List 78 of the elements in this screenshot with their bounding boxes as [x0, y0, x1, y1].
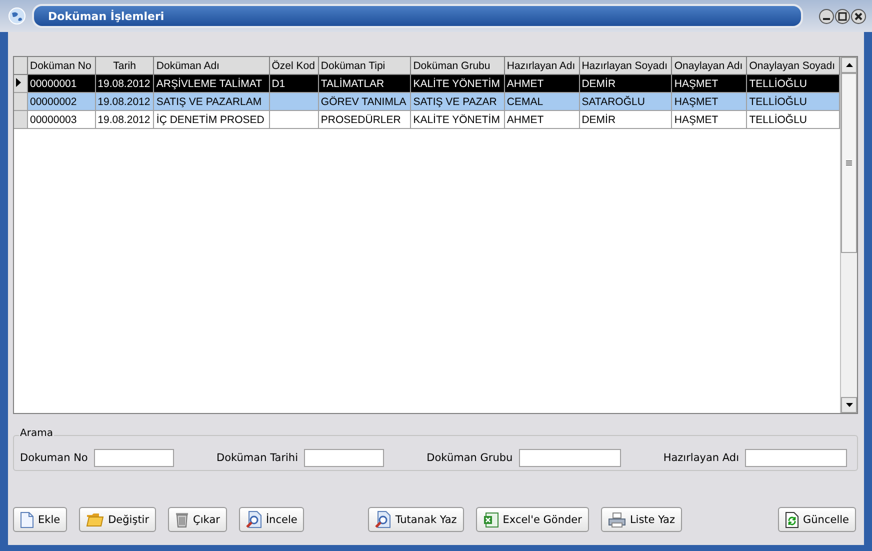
table-cell: DEMİR	[579, 110, 672, 128]
table-cell: HAŞMET	[672, 74, 747, 92]
column-header[interactable]: Onaylayan Soyadı	[746, 57, 840, 74]
table-cell: 00000002	[28, 92, 96, 110]
window-title: Doküman İşlemleri	[48, 10, 164, 22]
table-cell: PROSEDÜRLER	[318, 110, 411, 128]
table-cell: AHMET	[504, 74, 580, 92]
button[interactable]: Tutanak Yaz	[368, 507, 464, 532]
button[interactable]: Ekle	[13, 507, 68, 532]
button[interactable]: İncele	[238, 507, 304, 532]
scroll-bar[interactable]	[840, 57, 857, 413]
column-header[interactable]: Doküman Grubu	[410, 57, 504, 74]
table-cell: GÖREV TANIMLA	[318, 92, 411, 110]
table-cell: KALİTE YÖNETİM	[410, 74, 504, 92]
button[interactable]: Liste Yaz	[600, 507, 682, 532]
table-cell: KALİTE YÖNETİM	[410, 110, 504, 128]
field-label: Doküman Grubu	[426, 452, 513, 464]
field-label: Dokuman No	[20, 452, 88, 464]
table-cell: 19.08.2012	[95, 74, 154, 92]
scroll-down-button[interactable]	[841, 397, 857, 413]
table-cell: 00000001	[28, 74, 96, 92]
refresh-icon	[785, 512, 800, 528]
magnifier-icon	[246, 511, 262, 528]
table-cell: TALİMATLAR	[318, 74, 411, 92]
printer-icon	[608, 512, 626, 528]
table-cell: SATAROĞLU	[579, 92, 672, 110]
table-cell: 19.08.2012	[95, 92, 154, 110]
table-cell: SATIŞ VE PAZAR	[410, 92, 504, 110]
page-icon	[20, 512, 34, 528]
table-row[interactable]: 00000002 19.08.2012 SATIŞ VE PAZARLAM GÖREV TANIMLA SATIŞ VE PAZAR CEMAL SATAROĞLU HAŞMET TELLİOĞLU	[14, 92, 840, 110]
globe-icon	[8, 7, 26, 25]
table-cell: TELLİOĞLU	[746, 110, 840, 128]
column-header[interactable]: Doküman Tipi	[318, 57, 411, 74]
column-header[interactable]: Hazırlayan Adı	[504, 57, 580, 74]
button[interactable]: Güncelle	[778, 507, 856, 532]
table-cell: SATIŞ VE PAZARLAM	[154, 92, 270, 110]
field-label: Hazırlayan Adı	[663, 452, 739, 464]
button[interactable]: Değiştir	[79, 507, 156, 532]
scroll-thumb[interactable]	[841, 73, 857, 253]
column-header[interactable]: Onaylayan Adı	[672, 57, 747, 74]
column-header[interactable]: Tarih	[95, 57, 154, 74]
table-cell: TELLİOĞLU	[746, 74, 840, 92]
down-arrow-icon	[846, 403, 852, 407]
magnifier-icon	[375, 511, 392, 528]
table-cell: TELLİOĞLU	[746, 92, 840, 110]
table-cell: ARŞİVLEME TALİMAT	[154, 74, 270, 92]
column-header[interactable]: Doküman Adı	[154, 57, 270, 74]
scroll-up-button[interactable]	[841, 57, 857, 73]
table-cell: HAŞMET	[672, 92, 747, 110]
table-row[interactable]: 00000003 19.08.2012 İÇ DENETİM PROSED PROSEDÜRLER KALİTE YÖNETİM AHMET DEMİR HAŞMET TELLİOĞLU	[14, 110, 840, 128]
table-cell: 00000003	[28, 110, 96, 128]
input-field[interactable]	[94, 449, 174, 467]
table-row[interactable]: 00000001 19.08.2012 ARŞİVLEME TALİMAT D1 TALİMATLAR KALİTE YÖNETİM AHMET DEMİR HAŞMET TELLİOĞLU	[14, 74, 840, 92]
row-pointer-icon	[16, 78, 21, 86]
input-field[interactable]	[745, 449, 847, 467]
minimize-button[interactable]	[819, 8, 834, 24]
table-cell: AHMET	[504, 110, 580, 128]
table-cell: CEMAL	[504, 92, 580, 110]
input-field[interactable]	[518, 449, 621, 467]
table-cell: HAŞMET	[672, 110, 747, 128]
table-cell: D1	[269, 74, 318, 92]
table-cell: DEMİR	[579, 74, 672, 92]
input-field[interactable]	[304, 449, 384, 467]
field-label: Doküman Tarihi	[216, 452, 298, 464]
table-cell: İÇ DENETİM PROSED	[154, 110, 270, 128]
folder-icon	[86, 512, 104, 527]
table-cell: 19.08.2012	[95, 110, 154, 128]
button[interactable]: Excel'e Gönder	[476, 507, 589, 532]
column-header[interactable]: Doküman No	[28, 57, 96, 74]
maximize-button[interactable]	[835, 8, 850, 24]
close-button[interactable]	[851, 8, 866, 24]
spreadsheet-icon	[482, 512, 499, 528]
trash-icon	[175, 511, 190, 528]
column-header[interactable]: Hazırlayan Soyadı	[579, 57, 672, 74]
column-header[interactable]: Özel Kod	[269, 57, 318, 74]
group-title: Arama	[19, 428, 54, 439]
up-arrow-icon	[846, 63, 852, 67]
button[interactable]: Çıkar	[168, 507, 227, 532]
